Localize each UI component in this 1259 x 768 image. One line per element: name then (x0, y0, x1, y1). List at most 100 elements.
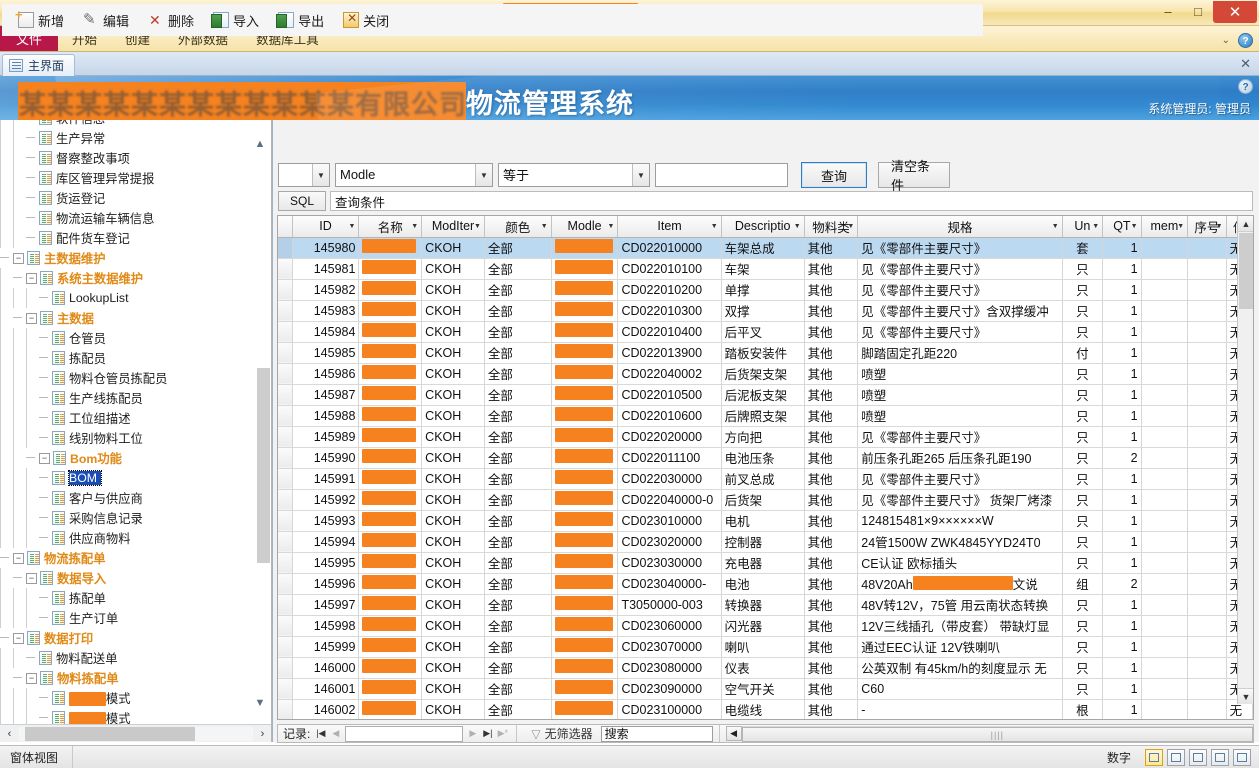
cell-moditer[interactable]: CKOH (422, 615, 485, 636)
column-header-4[interactable]: Modle▼ (551, 216, 618, 237)
cell-spec[interactable]: CE认证 欧标插头 (858, 552, 1062, 573)
nav-item-1[interactable]: 生产异常 (0, 128, 252, 148)
row-selector[interactable] (278, 636, 292, 657)
cell-qty[interactable]: 1 (1103, 300, 1141, 321)
cell-item[interactable]: CD022010500 (618, 384, 721, 405)
cell-unit[interactable]: 只 (1062, 615, 1102, 636)
chevron-down-icon[interactable]: ▼ (312, 164, 329, 186)
cell-mem[interactable] (1141, 447, 1188, 468)
cell-color[interactable]: 全部 (484, 405, 551, 426)
chevron-down-icon[interactable]: ▼ (1052, 223, 1059, 230)
cell-modle[interactable]: 某某某 (551, 321, 618, 342)
nav-hscroll-right-icon[interactable]: › (253, 726, 272, 742)
chevron-down-icon[interactable]: ⌄ (1222, 35, 1230, 46)
table-row[interactable]: 146000某某某CKOH全部某某某CD023080000仪表其他公英双制 有4… (278, 657, 1253, 678)
cell-spec[interactable]: C60 (858, 678, 1062, 699)
cell-item[interactable]: CD022010600 (618, 405, 721, 426)
cell-seq[interactable] (1188, 321, 1226, 342)
cell-spec[interactable]: 见《零部件主要尺寸》 (858, 468, 1062, 489)
chevron-down-icon[interactable]: ▼ (1092, 223, 1099, 230)
hscroll-left-icon[interactable]: ◀ (726, 726, 742, 741)
cell-mem[interactable] (1141, 300, 1188, 321)
column-header-8[interactable]: 规格▼ (858, 216, 1062, 237)
cell-id[interactable]: 145994 (292, 531, 359, 552)
cell-cat[interactable]: 其他 (804, 552, 858, 573)
cell-seq[interactable] (1188, 447, 1226, 468)
cell-id[interactable]: 145997 (292, 594, 359, 615)
cell-seq[interactable] (1188, 594, 1226, 615)
cell-modle[interactable]: 某某某 (551, 510, 618, 531)
cell-spec[interactable]: 喷塑 (858, 384, 1062, 405)
cell-modle[interactable]: 某某某 (551, 678, 618, 699)
table-row[interactable]: 145994某某某CKOH全部某某某CD023020000控制器其他24管150… (278, 531, 1253, 552)
column-header-11[interactable]: mem▼ (1141, 216, 1188, 237)
cell-spec[interactable]: 喷塑 (858, 405, 1062, 426)
close-form-button[interactable]: 关闭 (335, 8, 397, 33)
cell-item[interactable]: CD023060000 (618, 615, 721, 636)
cell-spec[interactable]: 见《零部件主要尺寸》 (858, 258, 1062, 279)
cell-modle[interactable]: 某某某 (551, 342, 618, 363)
nav-item-0[interactable]: 软件信息 (0, 120, 252, 128)
cell-color[interactable]: 全部 (484, 363, 551, 384)
cell-modle[interactable]: 某某某 (551, 279, 618, 300)
cell-color[interactable]: 全部 (484, 489, 551, 510)
cell-qty[interactable]: 1 (1103, 405, 1141, 426)
cell-seq[interactable] (1188, 615, 1226, 636)
hscroll-track[interactable]: |||| (742, 726, 1253, 741)
cell-name[interactable]: 某某某 (359, 279, 422, 300)
cell-unit[interactable]: 只 (1062, 468, 1102, 489)
cell-desc[interactable]: 喇叭 (721, 636, 804, 657)
chevron-down-icon[interactable]: ▼ (794, 223, 801, 230)
cell-desc[interactable]: 前叉总成 (721, 468, 804, 489)
previous-record-button[interactable]: ◀ (328, 725, 343, 742)
cell-moditer[interactable]: CKOH (422, 657, 485, 678)
cell-moditer[interactable]: CKOH (422, 573, 485, 594)
table-row[interactable]: 145981某某某CKOH全部某某某CD022010100车架其他见《零部件主要… (278, 258, 1253, 279)
collapse-expander-icon[interactable]: − (26, 313, 37, 324)
cell-color[interactable]: 全部 (484, 699, 551, 720)
cell-seq[interactable] (1188, 342, 1226, 363)
nav-item-25[interactable]: 生产订单 (0, 608, 252, 628)
cell-mem[interactable] (1141, 258, 1188, 279)
nav-item-4[interactable]: 货运登记 (0, 188, 252, 208)
cell-item[interactable]: CD022010400 (618, 321, 721, 342)
cell-id[interactable]: 145986 (292, 363, 359, 384)
cell-mem[interactable] (1141, 237, 1188, 258)
cell-moditer[interactable]: CKOH (422, 678, 485, 699)
cell-qty[interactable]: 1 (1103, 363, 1141, 384)
cell-cat[interactable]: 其他 (804, 237, 858, 258)
cell-modle[interactable]: 某某某 (551, 237, 618, 258)
cell-cat[interactable]: 其他 (804, 468, 858, 489)
cell-modle[interactable]: 某某某 (551, 468, 618, 489)
cell-moditer[interactable]: CKOH (422, 489, 485, 510)
cell-unit[interactable]: 只 (1062, 636, 1102, 657)
cell-desc[interactable]: 后平叉 (721, 321, 804, 342)
column-header-1[interactable]: 名称▼ (359, 216, 422, 237)
cell-spec[interactable]: 见《零部件主要尺寸》 货架厂烤漆 (858, 489, 1062, 510)
cell-name[interactable]: 某某某 (359, 237, 422, 258)
cell-moditer[interactable]: CKOH (422, 531, 485, 552)
cell-mem[interactable] (1141, 384, 1188, 405)
chevron-down-icon[interactable]: ▼ (411, 223, 418, 230)
row-selector[interactable] (278, 657, 292, 678)
table-row[interactable]: 145980某某某CKOH全部某某某CD022010000车架总成其他见《零部件… (278, 237, 1253, 258)
cell-qty[interactable]: 1 (1103, 615, 1141, 636)
table-row[interactable]: 145992某某某CKOH全部某某某CD022040000-0后货架其他见《零部… (278, 489, 1253, 510)
cell-cat[interactable]: 其他 (804, 573, 858, 594)
cell-qty[interactable]: 1 (1103, 321, 1141, 342)
collapse-expander-icon[interactable]: − (39, 453, 50, 464)
column-header-9[interactable]: Un▼ (1062, 216, 1102, 237)
row-selector[interactable] (278, 615, 292, 636)
chevron-down-icon[interactable]: ▼ (632, 164, 649, 186)
cell-id[interactable]: 145983 (292, 300, 359, 321)
nav-scroll-thumb[interactable] (257, 368, 270, 563)
nav-item-15[interactable]: 工位组描述 (0, 408, 252, 428)
cell-seq[interactable] (1188, 573, 1226, 594)
cell-mem[interactable] (1141, 699, 1188, 720)
nav-item-10[interactable]: −主数据 (0, 308, 252, 328)
sql-condition-input[interactable]: 查询条件 (330, 191, 1253, 211)
nav-horizontal-scrollbar[interactable]: ‹ › (0, 724, 272, 742)
nav-item-21[interactable]: 供应商物料 (0, 528, 252, 548)
cell-name[interactable]: 某某某 (359, 321, 422, 342)
grid-scroll-down-icon[interactable]: ▼ (1238, 688, 1254, 704)
